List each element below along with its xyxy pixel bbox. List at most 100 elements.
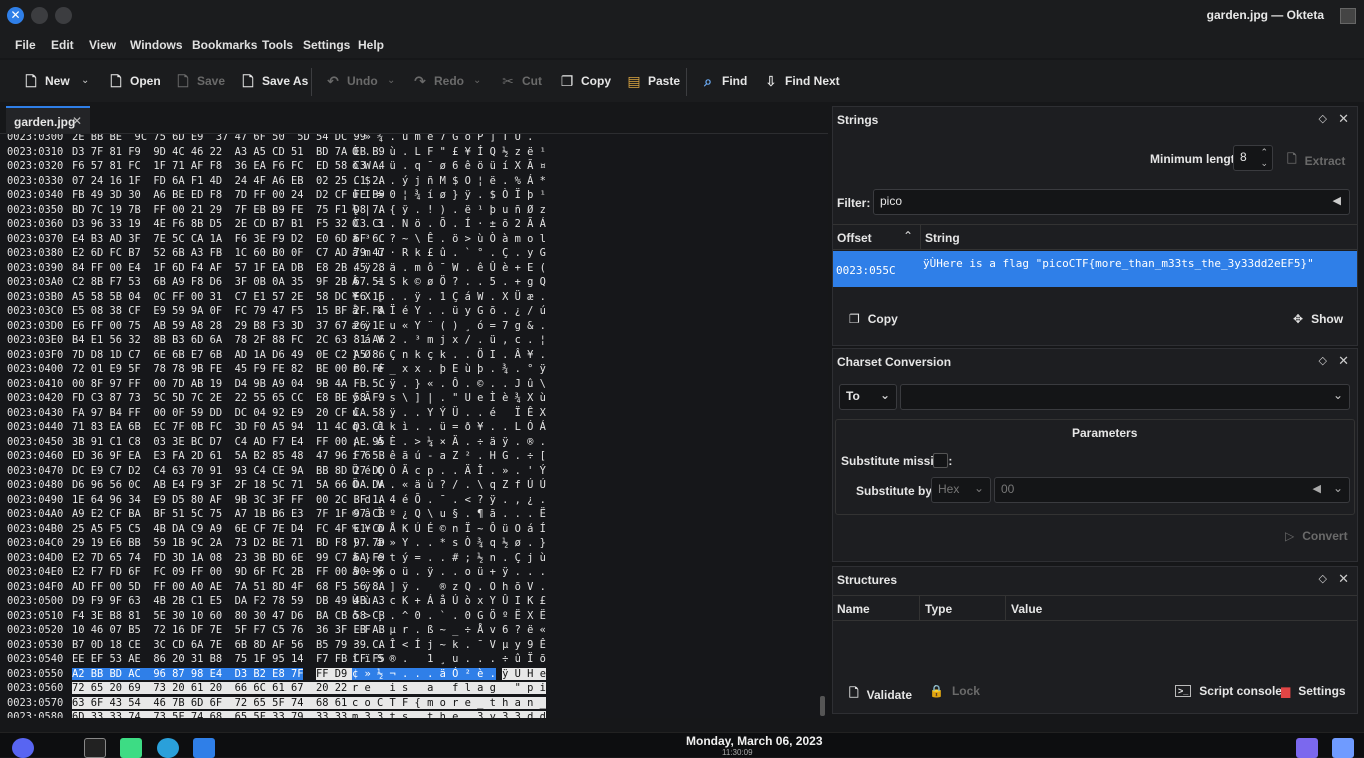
row-hex-bytes[interactable]: 2E BB BE 9C 75 6D E9 37 47 6F 50 5D 54 D… (72, 134, 366, 143)
char-selection[interactable]: r e i s a f l a g " p i (352, 682, 546, 694)
substitute-byte-format-select[interactable]: Hex ⌄ (931, 477, 991, 503)
strings-result-row[interactable]: 0023:055C ÿÙHere is a flag "picoCTF{more… (833, 251, 1357, 287)
row-hex-bytes[interactable]: E6 FF 00 75 AB 59 A8 28 29 B8 F3 3D 37 6… (72, 320, 385, 332)
col-type[interactable]: Type (925, 602, 952, 616)
row-char-bytes[interactable]: . ÿ . ä . m ô ¯ W . ê Û è + E ( (352, 262, 546, 274)
row-char-bytes[interactable]: Ö . V . « ä ù ? / . \ q Z f Ú Ú (352, 479, 546, 491)
row-hex-bytes[interactable]: A2 BB BD AC 96 87 98 E4 D3 B2 E8 7F FF D… (72, 667, 385, 680)
menu-help[interactable]: Help (358, 38, 384, 52)
row-char-bytes[interactable]: ½ | . { ÿ . ! ) . ë ¹ þ u ñ Ø z (352, 204, 546, 216)
close-window-button[interactable]: ✕ (7, 7, 24, 24)
row-char-bytes[interactable]: · . . Î < Í j ~ k . ¯ V µ y 9 Ê (352, 639, 546, 651)
row-hex-bytes[interactable]: E2 7D 65 74 FD 3D 1A 08 23 3B BD 6E 99 C… (72, 552, 385, 564)
save-button[interactable]: 🗋 Save (175, 70, 225, 92)
row-char-bytes[interactable]: q . ê k ì . . ü = ð ¥ . . L Ó Á (352, 421, 546, 433)
char-selection[interactable]: ¢ » ½ ¬ . . . ä Ó ² è . (352, 667, 496, 680)
menu-view[interactable]: View (89, 38, 116, 52)
row-hex-bytes[interactable]: 71 83 EA 6B EC 7F 0B FC 3D F0 A5 94 11 4… (72, 421, 385, 433)
validate-button[interactable]: 🗋 Validate (849, 684, 912, 705)
spin-arrows-icon[interactable]: ⌃ ⌄ (1260, 147, 1268, 169)
redo-button[interactable]: ↷ Redo (412, 70, 464, 92)
hex-selection[interactable]: 6D 33 33 74 73 5F 74 68 65 5F 33 79 33 3… (72, 711, 385, 718)
row-hex-bytes[interactable]: D6 96 56 0C AB E4 F9 3F 2F 18 5C 71 5A 6… (72, 479, 385, 491)
row-hex-bytes[interactable]: 63 6F 43 54 46 7B 6D 6F 72 65 5F 74 68 6… (72, 696, 385, 709)
row-char-bytes[interactable]: ´ á V 2 . ³ m j x / . ü , c . ¦ (352, 334, 546, 346)
script-console-button[interactable]: >_ Script console (1175, 684, 1282, 698)
menu-settings[interactable]: Settings (303, 38, 350, 52)
row-hex-bytes[interactable]: EE EF 53 AE 86 20 31 B8 75 1F 95 14 F7 F… (72, 653, 385, 665)
convert-button[interactable]: ▷ Convert (1285, 529, 1348, 543)
hex-selection[interactable]: 63 6F 43 54 46 7B 6D 6F 72 65 5F 74 68 6… (72, 696, 385, 709)
row-hex-bytes[interactable]: ED 36 9F EA E3 FA 2D 61 5A B2 85 48 47 9… (72, 450, 385, 462)
row-char-bytes[interactable]: . ÿ . ] ÿ . ® z Q . O h õ V . (352, 581, 546, 593)
row-hex-bytes[interactable]: F4 3E B8 81 5E 30 10 60 80 30 47 D6 BA C… (72, 610, 385, 622)
menu-edit[interactable]: Edit (51, 38, 74, 52)
tab-garden-jpg[interactable]: garden.jpg ✕ (6, 106, 90, 134)
file-manager-icon[interactable] (193, 738, 215, 758)
row-char-bytes[interactable]: © â Ï º ¿ Q \ u § . ¶ ã . . . Ë (352, 508, 546, 520)
row-char-bytes[interactable]: } Ø . Ç n k ç k . . Ö I . Â ¥ . (352, 349, 546, 361)
row-char-bytes[interactable]: Ü é Ç Ò Ä c p . . Ä Î . » . ' Ý (352, 465, 546, 477)
char-selection[interactable]: ÿ Ù H e (502, 667, 546, 680)
row-hex-bytes[interactable]: 3B 91 C1 C8 03 3E BC D7 C4 AD F7 E4 FF 0… (72, 436, 385, 448)
col-name[interactable]: Name (837, 602, 870, 616)
discord-icon[interactable] (12, 738, 34, 758)
charset-select[interactable]: ⌄ (900, 384, 1350, 410)
row-char-bytes[interactable]: æ ÿ . u « Y ¨ ( ) ¸ ó = 7 g & . (352, 320, 546, 332)
row-hex-bytes[interactable]: AD FF 00 5D FF 00 A0 AE 7A 51 8D 4F 68 F… (72, 581, 385, 593)
char-selection[interactable]: c o C T F { m o r e _ t h a n _ (352, 696, 546, 709)
col-offset[interactable]: Offset (837, 231, 872, 245)
row-char-bytes[interactable]: í 6 . ê ã ú - a Z ² . H G . ÷ [ (352, 450, 546, 462)
col-string[interactable]: String (925, 231, 960, 245)
col-value[interactable]: Value (1011, 602, 1042, 616)
row-char-bytes[interactable]: ä ³ . ? ~ \ Ê . ö > ù Ò à m o l (352, 233, 546, 245)
hex-editor-view[interactable]: 0023:0300 2E BB BE 9C 75 6D E9 37 47 6F 5… (0, 134, 828, 718)
workspace-icon[interactable] (1296, 738, 1318, 758)
row-hex-bytes[interactable]: 72 01 E9 5F 78 78 9B FE 45 F9 FE 82 BE 0… (72, 363, 385, 375)
row-hex-bytes[interactable]: 72 65 20 69 73 20 61 20 66 6C 61 67 20 2… (72, 682, 385, 694)
open-button[interactable]: 🗋 Open (108, 70, 160, 92)
row-char-bytes[interactable]: r . é _ x x . þ E ù þ . ¾ . ° ÿ (352, 363, 546, 375)
new-button[interactable]: 🗋 New (23, 70, 69, 92)
row-char-bytes[interactable]: m 3 3 t s _ t h e _ 3 y 3 3 d d (352, 711, 546, 718)
paste-button[interactable]: ▤ Paste (626, 70, 680, 92)
row-hex-bytes[interactable]: 6D 33 33 74 73 5F 74 68 65 5F 33 79 33 3… (72, 711, 385, 718)
row-char-bytes[interactable]: ) . æ » Y . . * s Ò ¾ q ½ ø . } (352, 537, 546, 549)
direction-select[interactable]: To ⌄ (839, 384, 897, 410)
row-char-bytes[interactable]: c o C T F { m o r e _ t h a n _ (352, 696, 546, 709)
redo-dropdown-arrow[interactable]: ⌄ (473, 75, 481, 86)
row-char-bytes[interactable]: ý Ã . s \ ] | . " U e Ì è ¾ X ù (352, 392, 546, 404)
row-hex-bytes[interactable]: F6 57 81 FC 1F 71 AF F8 36 EA F6 FC ED 5… (72, 160, 385, 172)
copy-string-button[interactable]: ❐ Copy (849, 312, 898, 326)
row-hex-bytes[interactable]: B7 0D 18 CE 3C CD 6A 7E 6B 8D AF 56 B5 7… (72, 639, 385, 651)
row-hex-bytes[interactable]: 1E 64 96 34 E9 D5 80 AF 9B 3C 3F FF 00 2… (72, 494, 385, 506)
menu-file[interactable]: File (15, 38, 36, 52)
show-string-button[interactable]: ✥ Show (1293, 312, 1343, 326)
row-hex-bytes[interactable]: C2 8B F7 53 6B A9 F8 D6 3F 0B 0A 35 9F 2… (72, 276, 385, 288)
close-panel-icon[interactable]: ✕ (1338, 111, 1349, 127)
copy-button[interactable]: ❐ Copy (559, 70, 611, 92)
save-as-button[interactable]: 🗋 Save As (240, 70, 308, 92)
row-char-bytes[interactable]: . F . µ r . ß ~ _ ÷ Å v 6 ? ë « (352, 624, 546, 636)
row-hex-bytes[interactable]: 10 46 07 B5 72 16 DF 7E 5F F7 C5 76 36 3… (72, 624, 385, 636)
taskbar-time[interactable]: 11:30:09 (722, 748, 753, 757)
row-char-bytes[interactable]: å . 8 Ï é Y . . ü y G õ . ¿ / ú (352, 305, 546, 317)
min-length-spinbox[interactable]: 8 ⌃ ⌄ (1233, 145, 1273, 171)
cut-button[interactable]: ✂ Cut (500, 70, 542, 92)
row-hex-bytes[interactable]: E2 6D FC B7 52 6B A3 FB 1C 60 B0 0F C7 A… (72, 247, 385, 259)
row-hex-bytes[interactable]: D3 7F 81 F9 9D 4C 46 22 A3 A5 CD 51 BD 7… (72, 146, 385, 158)
workspace-icon[interactable] (1332, 738, 1354, 758)
sort-ascending-icon[interactable]: ⌃ (903, 229, 913, 243)
row-char-bytes[interactable]: â } e t ý = . . # ; ½ n . Ç j ù (352, 552, 546, 564)
hex-view-scrollbar[interactable] (820, 696, 825, 716)
row-char-bytes[interactable]: Ó . 3 . N ö . Õ . Í · ± õ 2 Ã Á (352, 218, 546, 230)
row-char-bytes[interactable]: . $ . . ý j ñ M $ O ¦ ë . % Á * (352, 175, 546, 187)
row-hex-bytes[interactable]: 25 A5 F5 C5 4B DA C9 A9 6E CF 7E D4 FC 4… (72, 523, 385, 535)
row-char-bytes[interactable]: Ó . . ù . L F " £ ¥ Í Q ½ z ë ¹ (352, 146, 546, 158)
new-dropdown-arrow[interactable]: ⌄ (81, 75, 89, 86)
telegram-icon[interactable] (157, 738, 179, 758)
row-hex-bytes[interactable]: 7D D8 1D C7 6E 6B E7 6B AD 1A D6 49 0E C… (72, 349, 385, 361)
close-tab-icon[interactable]: ✕ (72, 114, 82, 128)
row-hex-bytes[interactable]: E5 08 38 CF E9 59 9A 0F FC 79 47 F5 15 B… (72, 305, 385, 317)
lock-button[interactable]: 🔒 Lock (929, 684, 980, 698)
